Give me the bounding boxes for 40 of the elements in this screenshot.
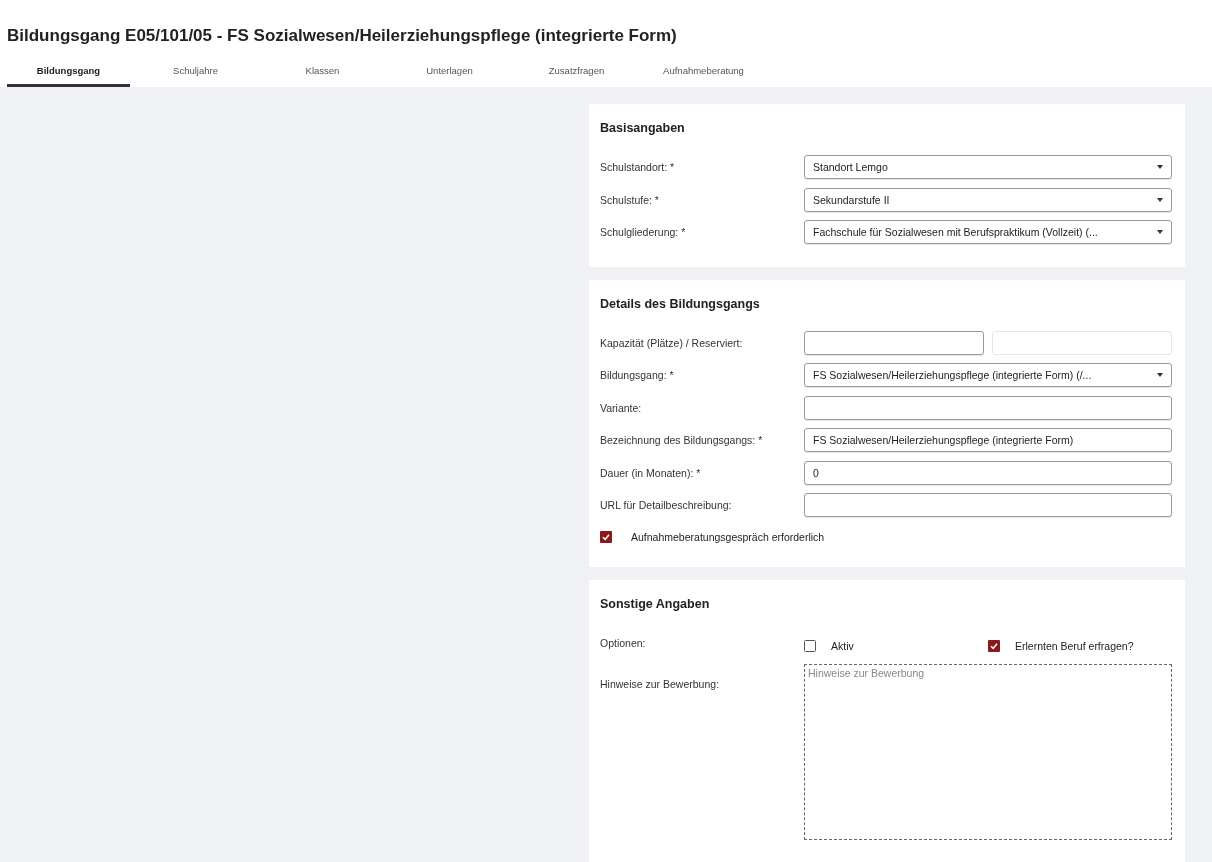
checked-checkbox[interactable] <box>600 531 612 543</box>
caret-icon <box>1157 373 1163 377</box>
checkbox[interactable] <box>804 640 816 652</box>
caret-icon <box>1157 230 1163 234</box>
tab[interactable]: Zusatzfragen <box>515 63 638 87</box>
text-area[interactable]: Hinweise zur Bewerbung <box>804 663 1172 840</box>
tab[interactable]: Aufnahmeberatung <box>642 63 765 87</box>
field-label: Variante: <box>600 401 642 414</box>
field-label: Bildungsgang: * <box>600 369 674 381</box>
checkbox-label: Aufnahmeberatungsgespräch erforderlich <box>631 531 825 543</box>
field-label: Schulstandort: * <box>600 161 675 173</box>
dropdown[interactable]: FS Sozialwesen/Heilerziehungspflege (integrierte Form) (/... <box>804 363 1172 387</box>
field-label: Schulgliederung: * <box>600 226 686 238</box>
field-label: Dauer (in Monaten): * <box>600 466 701 479</box>
field-label: Schulstufe: * <box>600 193 659 206</box>
checked-checkbox[interactable] <box>988 640 1000 652</box>
input-field[interactable] <box>804 493 1172 517</box>
section-title: Details des Bildungsgangs <box>600 295 760 312</box>
checkbox-label: Aktiv <box>831 640 854 652</box>
section-title: Sonstige Angaben <box>600 596 710 612</box>
caret-icon <box>1157 165 1163 169</box>
field-label: Optionen: <box>600 637 646 649</box>
caret-icon <box>1157 197 1163 202</box>
field-label: Bezeichnung des Bildungsgangs: * <box>600 434 763 446</box>
dropdown[interactable]: Standort Lemgo <box>804 155 1172 179</box>
field-label: Kapazität (Plätze) / Reserviert: <box>600 336 743 349</box>
field-label: Hinweise zur Bewerbung: <box>600 677 720 690</box>
section-title: Basisangaben <box>600 120 685 136</box>
input-field[interactable]: FS Sozialwesen/Heilerziehungspflege (integrierte Form) <box>804 428 1172 452</box>
checkbox-label: Erlernten Beruf erfragen? <box>1015 640 1134 652</box>
tab[interactable]: Unterlagen <box>388 63 511 87</box>
field-label: URL für Detailbeschreibung: <box>600 499 732 511</box>
dropdown[interactable]: Sekundarstufe II <box>804 187 1172 212</box>
input-field[interactable]: 0 <box>804 460 1172 485</box>
tab[interactable]: Klassen <box>261 63 384 87</box>
dropdown[interactable]: Fachschule für Sozialwesen mit Berufspraktikum (Vollzeit) (... <box>804 220 1172 244</box>
tab[interactable]: Schuljahre <box>134 63 257 87</box>
input-field[interactable] <box>804 330 984 355</box>
page-title: Bildungsgang E05/101/05 - FS Sozialwesen/Heilerziehungspflege (integrierte Form) <box>7 26 677 46</box>
input-field[interactable] <box>804 395 1172 420</box>
